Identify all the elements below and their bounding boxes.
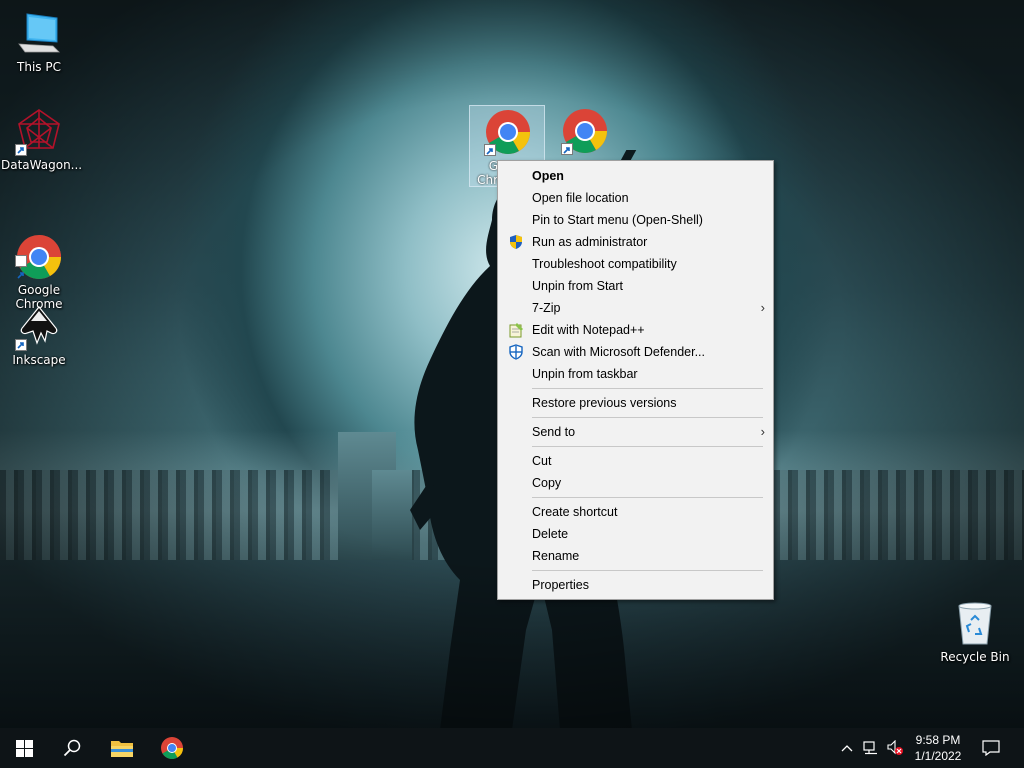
notepadpp-icon xyxy=(508,322,524,338)
shortcut-arrow-icon xyxy=(15,255,27,279)
clock-time: 9:58 PM xyxy=(915,733,961,747)
menu-item-label: Run as administrator xyxy=(532,235,648,249)
menu-item-label: Cut xyxy=(532,454,552,468)
notifications-icon xyxy=(982,740,1000,756)
desktop-icon-this-pc[interactable]: This PC xyxy=(1,10,77,74)
file-explorer-icon xyxy=(111,741,133,757)
menu-item-delete[interactable]: Delete xyxy=(498,523,773,545)
menu-item-label: 7-Zip xyxy=(532,301,561,315)
action-center-button[interactable] xyxy=(976,728,1006,768)
menu-item-pin-to-start-menu[interactable]: Pin to Start menu (Open-Shell) xyxy=(498,209,773,231)
menu-item-unpin-from-taskbar[interactable]: Unpin from taskbar xyxy=(498,363,773,385)
chrome-icon xyxy=(15,219,63,279)
datawagon-icon xyxy=(15,108,63,156)
desktop-icon-label: DataWagon... xyxy=(1,158,83,172)
menu-item-label: Unpin from Start xyxy=(532,279,624,293)
menu-item-label: Open file location xyxy=(532,191,629,205)
context-menu: Open Open file location Pin to Start men… xyxy=(497,160,774,600)
menu-item-unpin-from-start[interactable]: Unpin from Start xyxy=(498,275,773,297)
menu-item-open-file-location[interactable]: Open file location xyxy=(498,187,773,209)
start-icon xyxy=(15,739,33,757)
desktop-icon-recycle-bin[interactable]: Recycle Bin xyxy=(937,600,1013,664)
desktop-icon-inkscape[interactable]: Inkscape xyxy=(1,303,77,367)
menu-item-cut[interactable]: Cut xyxy=(498,450,773,472)
chrome-taskbar-button[interactable] xyxy=(148,728,196,768)
menu-item-label: Unpin from taskbar xyxy=(532,367,638,381)
search-button[interactable] xyxy=(48,728,96,768)
menu-separator xyxy=(532,417,763,418)
menu-separator xyxy=(532,570,763,571)
shortcut-arrow-icon xyxy=(15,339,27,351)
file-explorer-button[interactable] xyxy=(98,728,146,768)
menu-item-label: Restore previous versions xyxy=(532,396,677,410)
menu-item-label: Copy xyxy=(532,476,562,490)
selected-icon-label-line1: G xyxy=(488,159,498,173)
menu-item-run-as-administrator[interactable]: Run as administrator xyxy=(498,231,773,253)
chrome-icon xyxy=(484,108,532,156)
volume-muted-icon xyxy=(887,740,903,755)
desktop-icon-datawagon[interactable]: DataWagon... xyxy=(1,108,83,172)
desktop-icon-google-chrome-2[interactable] xyxy=(561,107,609,155)
menu-item-troubleshoot-compatibility[interactable]: Troubleshoot compatibility xyxy=(498,253,773,275)
search-icon xyxy=(63,739,81,757)
menu-item-label: Troubleshoot compatibility xyxy=(532,257,677,271)
chrome-icon xyxy=(161,737,183,759)
menu-item-edit-with-notepadpp[interactable]: Edit with Notepad++ xyxy=(498,319,773,341)
uac-shield-icon xyxy=(508,234,524,250)
network-button[interactable] xyxy=(860,728,882,768)
clock-date: 1/1/2022 xyxy=(914,749,962,763)
network-icon xyxy=(863,741,877,755)
desktop-icon-label: Recycle Bin xyxy=(940,650,1010,664)
menu-item-7-zip[interactable]: 7-Zip › xyxy=(498,297,773,319)
menu-item-label: Create shortcut xyxy=(532,505,618,519)
defender-icon xyxy=(508,344,524,360)
menu-item-label: Delete xyxy=(532,527,569,541)
menu-item-label: Edit with Notepad++ xyxy=(532,323,645,337)
menu-item-scan-with-defender[interactable]: Scan with Microsoft Defender... xyxy=(498,341,773,363)
menu-item-properties[interactable]: Properties xyxy=(498,574,773,596)
menu-item-restore-previous-versions[interactable]: Restore previous versions xyxy=(498,392,773,414)
menu-item-send-to[interactable]: Send to › xyxy=(498,421,773,443)
menu-item-label: Scan with Microsoft Defender... xyxy=(532,345,705,359)
inkscape-icon xyxy=(15,303,63,351)
menu-item-create-shortcut[interactable]: Create shortcut xyxy=(498,501,773,523)
menu-item-label: Rename xyxy=(532,549,580,563)
menu-separator xyxy=(532,446,763,447)
volume-button[interactable] xyxy=(884,728,906,768)
submenu-arrow-icon: › xyxy=(760,300,765,315)
this-pc-icon xyxy=(15,10,63,58)
chevron-up-icon xyxy=(841,745,853,752)
shortcut-arrow-icon xyxy=(561,143,573,155)
menu-item-open[interactable]: Open xyxy=(498,165,773,187)
menu-separator xyxy=(532,497,763,498)
menu-item-label: Properties xyxy=(532,578,589,592)
menu-item-rename[interactable]: Rename xyxy=(498,545,773,567)
menu-item-copy[interactable]: Copy xyxy=(498,472,773,494)
menu-item-label: Pin to Start menu (Open-Shell) xyxy=(532,213,703,227)
recycle-bin-icon xyxy=(951,600,999,648)
taskbar-clock[interactable]: 9:58 PM 1/1/2022 xyxy=(908,732,968,764)
shortcut-arrow-icon xyxy=(484,144,496,156)
desktop-icon-label: This PC xyxy=(17,60,61,74)
start-button[interactable] xyxy=(0,728,48,768)
selected-icon-label-line2: Chr xyxy=(477,173,498,187)
desktop-icon-label: Inkscape xyxy=(12,353,66,367)
show-hidden-icons-button[interactable] xyxy=(836,728,858,768)
menu-item-label: Open xyxy=(532,169,564,183)
menu-separator xyxy=(532,388,763,389)
menu-item-label: Send to xyxy=(532,425,576,439)
taskbar: 9:58 PM 1/1/2022 xyxy=(0,728,1024,768)
shortcut-arrow-icon xyxy=(15,144,27,156)
submenu-arrow-icon: › xyxy=(760,424,765,439)
